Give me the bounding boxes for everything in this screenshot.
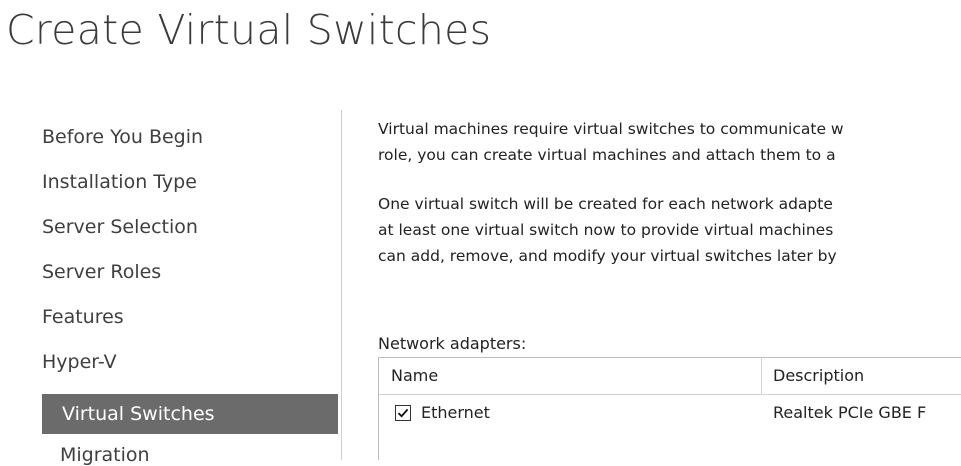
nav-item-features[interactable]: Features	[42, 306, 124, 328]
network-adapters-table[interactable]: Name Description Ethernet Realtek PCIe G…	[378, 357, 961, 460]
wizard-navigation: Before You Begin Installation Type Serve…	[0, 118, 342, 466]
nav-item-server-roles[interactable]: Server Roles	[42, 261, 161, 283]
column-separator[interactable]	[761, 358, 762, 394]
adapter-checkbox[interactable]	[395, 405, 411, 421]
nav-item-installation-type[interactable]: Installation Type	[42, 171, 197, 193]
content-pane: Virtual machines require virtual switche…	[378, 114, 961, 460]
table-header: Name Description	[379, 358, 961, 395]
info-line-1: One virtual switch will be created for e…	[378, 195, 833, 213]
nav-item-migration[interactable]: Migration	[60, 444, 150, 466]
nav-divider	[341, 110, 342, 460]
nav-item-server-selection[interactable]: Server Selection	[42, 216, 198, 238]
nav-item-before-you-begin[interactable]: Before You Begin	[42, 126, 203, 148]
table-row[interactable]: Ethernet Realtek PCIe GBE F	[379, 395, 961, 431]
column-header-name[interactable]: Name	[391, 358, 438, 394]
adapter-description: Realtek PCIe GBE F	[773, 403, 927, 422]
info-line-3: can add, remove, and modify your virtual…	[378, 247, 837, 265]
intro-line-1: Virtual machines require virtual switche…	[378, 120, 844, 138]
network-adapters-label: Network adapters:	[378, 334, 527, 353]
page-title: Create Virtual Switches	[6, 6, 492, 54]
checkmark-icon	[397, 408, 409, 418]
nav-item-hyper-v[interactable]: Hyper-V	[42, 351, 117, 373]
column-header-description[interactable]: Description	[773, 358, 864, 394]
adapter-name: Ethernet	[421, 403, 490, 422]
info-line-2: at least one virtual switch now to provi…	[378, 221, 834, 239]
nav-item-virtual-switches[interactable]: Virtual Switches	[42, 394, 338, 434]
intro-line-2: role, you can create virtual machines an…	[378, 146, 836, 164]
